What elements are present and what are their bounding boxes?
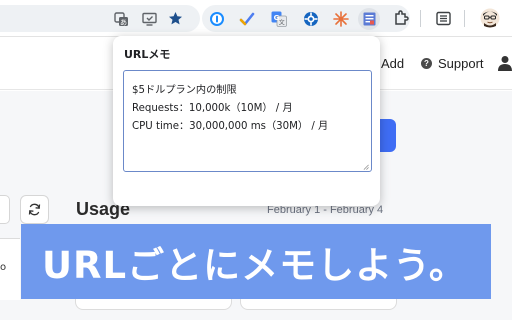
nav-add-link[interactable]: Add (381, 56, 404, 71)
google-translate-icon[interactable]: G文 (270, 10, 288, 28)
user-icon[interactable] (498, 55, 512, 71)
refresh-icon (28, 203, 41, 216)
select-box[interactable] (0, 195, 10, 224)
orange-burst-extension-icon[interactable] (332, 10, 350, 28)
omnibox[interactable]: あ (0, 5, 200, 32)
nav-support-label: Support (438, 56, 484, 71)
resize-handle-icon[interactable] (363, 164, 369, 170)
checkmark-extension-icon[interactable] (238, 10, 256, 28)
refresh-button[interactable] (20, 195, 49, 224)
popup-title: URLメモ (124, 48, 171, 61)
nav-support-link[interactable]: ? Support (421, 56, 484, 71)
browser-toolbar: あ G文 (0, 0, 512, 37)
extensions-puzzle-icon[interactable] (392, 9, 410, 27)
svg-text:あ: あ (120, 18, 127, 26)
profile-avatar-icon[interactable] (480, 8, 500, 28)
help-icon: ? (421, 58, 432, 69)
svg-text:文: 文 (279, 19, 285, 27)
reading-list-icon[interactable] (434, 9, 452, 27)
banner-text: URLごとにメモしよう。 (42, 243, 467, 287)
memo-textarea[interactable]: $5ドルプラン内の制限 Requests：10,000k（10M） / 月 CP… (123, 70, 372, 172)
translate-icon[interactable]: あ (112, 10, 130, 28)
memo-extension-icon[interactable] (358, 8, 380, 30)
1password-icon[interactable] (208, 10, 226, 28)
toolbar-divider (464, 10, 465, 27)
url-memo-popup: URLメモ $5ドルプラン内の制限 Requests：10,000k（10M） … (113, 36, 380, 206)
cast-icon[interactable] (140, 10, 158, 28)
promo-banner: URLごとにメモしよう。 (21, 224, 491, 299)
left-panel-text: o (0, 262, 7, 273)
star-icon[interactable] (166, 9, 184, 27)
blue-gear-extension-icon[interactable] (302, 10, 320, 28)
toolbar-divider (420, 10, 421, 27)
